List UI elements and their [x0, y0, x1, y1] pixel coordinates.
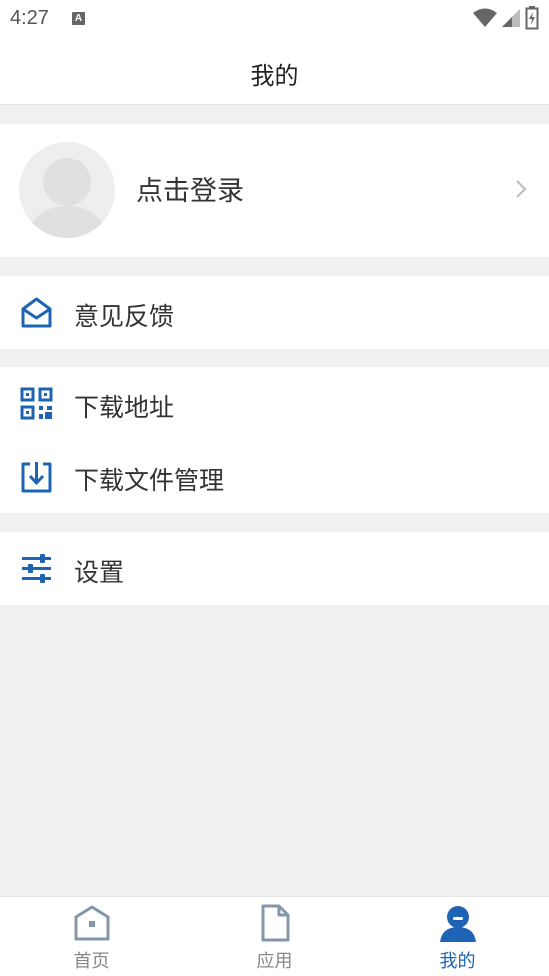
settings-section: 设置: [0, 532, 549, 605]
mail-icon: [21, 297, 52, 328]
notification-icon: A: [72, 12, 85, 25]
menu-item-download-address[interactable]: 下载地址: [0, 367, 549, 440]
tab-label: 我的: [439, 951, 476, 972]
user-icon: [440, 906, 476, 942]
chevron-right-icon: [516, 180, 527, 198]
menu-item-label: 下载文件管理: [74, 466, 225, 495]
menu-item-download-manager[interactable]: 下载文件管理: [0, 440, 549, 513]
status-bar: 4:27 A: [0, 0, 549, 38]
status-time: 4:27: [10, 7, 49, 29]
download-section: 下载地址 下载文件管理: [0, 367, 549, 513]
sliders-icon: [22, 554, 51, 583]
battery-icon: [525, 6, 539, 30]
login-row[interactable]: 点击登录: [0, 124, 549, 257]
page-title: 我的: [250, 62, 299, 90]
tab-apps[interactable]: 应用: [183, 897, 366, 976]
document-icon: [261, 904, 290, 942]
menu-item-label: 下载地址: [74, 393, 175, 422]
menu-item-feedback[interactable]: 意见反馈: [0, 276, 549, 349]
signal-icon: [502, 9, 520, 27]
bottom-tab-bar: 首页 应用 我的: [0, 896, 549, 976]
menu-item-label: 设置: [74, 558, 125, 587]
login-label[interactable]: 点击登录: [136, 169, 244, 208]
tab-home[interactable]: 首页: [0, 897, 183, 976]
avatar-placeholder-icon: [29, 158, 105, 238]
qr-code-icon: [20, 387, 53, 420]
menu-item-settings[interactable]: 设置: [0, 532, 549, 605]
avatar[interactable]: [19, 142, 115, 238]
tab-mine[interactable]: 我的: [366, 897, 549, 976]
home-icon: [74, 905, 110, 941]
tab-label: 应用: [256, 951, 293, 972]
title-bar: 我的: [0, 38, 549, 105]
menu-item-label: 意见反馈: [74, 302, 175, 331]
status-indicators: [473, 6, 539, 30]
feedback-section: 意见反馈: [0, 276, 549, 349]
download-icon: [21, 462, 52, 493]
tab-label: 首页: [73, 951, 110, 972]
wifi-icon: [473, 8, 497, 27]
